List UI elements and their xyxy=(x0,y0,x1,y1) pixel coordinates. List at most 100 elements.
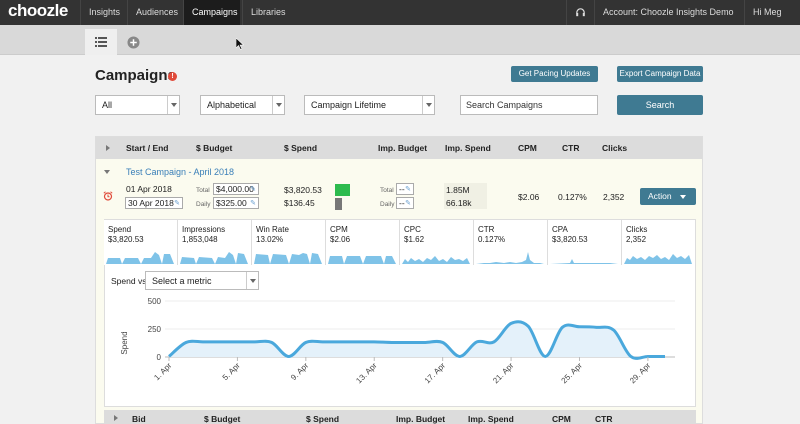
imp-budget-daily-value: -- xyxy=(399,198,405,208)
nav-audiences[interactable]: Audiences xyxy=(127,0,186,25)
col-bid[interactable]: Bid xyxy=(132,414,146,424)
metric-tile-impressions[interactable]: Impressions 1,853,048 xyxy=(178,220,252,266)
nav-libraries[interactable]: Libraries xyxy=(242,0,302,40)
expand-row-icon[interactable] xyxy=(114,415,118,421)
x-tick-label: 13. Apr xyxy=(354,361,379,386)
pencil-icon: ✎ xyxy=(174,200,180,207)
col-spend[interactable]: $ Spend xyxy=(284,143,317,153)
x-tick-label: 29. Apr xyxy=(628,361,653,386)
metric-tile-clicks[interactable]: Clicks 2,352 xyxy=(622,220,696,266)
metric-tile-spend[interactable]: Spend $3,820.53 xyxy=(104,220,178,266)
metric-name: CPA xyxy=(552,225,568,234)
account-label: Account: Choozle Insights Demo xyxy=(603,7,734,17)
spend-chart-panel: Spend vs. Select a metric Spend 500 250 0 … xyxy=(104,265,696,407)
list-view-tab[interactable] xyxy=(85,29,117,55)
metric-tile-ctr[interactable]: CTR 0.127% xyxy=(474,220,548,266)
col-imp-budget[interactable]: Imp. Budget xyxy=(396,414,445,424)
date-range-select[interactable]: Campaign Lifetime xyxy=(304,95,435,115)
metric-tile-win-rate[interactable]: Win Rate 13.02% xyxy=(252,220,326,266)
nav-campaigns[interactable]: Campaigns xyxy=(183,0,240,25)
nav-insights[interactable]: Insights xyxy=(80,0,128,25)
alarm-clock-icon xyxy=(103,191,113,201)
x-tick-label: 5. Apr xyxy=(221,361,242,382)
imp-budget-daily-field[interactable]: -- ✎ xyxy=(396,197,414,209)
col-budget[interactable]: $ Budget xyxy=(196,143,232,153)
pencil-icon: ✎ xyxy=(405,186,411,193)
metric-value: 0.127% xyxy=(478,235,506,244)
view-toolbar xyxy=(0,25,800,55)
action-label: Action xyxy=(648,191,672,201)
chevron-down-icon xyxy=(272,96,284,114)
col-cpm[interactable]: CPM xyxy=(552,414,571,424)
col-imp-spend[interactable]: Imp. Spend xyxy=(468,414,514,424)
support-headset-icon[interactable] xyxy=(566,0,593,25)
metric-compare-value: Select a metric xyxy=(152,276,212,286)
ad-group-table-header: Bid $ Budget $ Spend Imp. Budget Imp. Sp… xyxy=(104,410,696,424)
user-menu[interactable]: Hi Meg xyxy=(744,0,800,40)
end-date-field[interactable]: 30 Apr 2018 ✎ xyxy=(125,197,183,209)
col-imp-spend[interactable]: Imp. Spend xyxy=(445,143,491,153)
add-campaign-tab[interactable] xyxy=(117,29,149,55)
sparkline xyxy=(624,254,692,264)
metric-value: 1,853,048 xyxy=(182,235,218,244)
col-clicks[interactable]: Clicks xyxy=(602,143,627,153)
metric-value: 2,352 xyxy=(626,235,647,244)
export-campaign-data-button[interactable]: Export Campaign Data xyxy=(617,66,703,82)
expand-all-icon[interactable] xyxy=(106,145,110,151)
spend-line-chart: Spend 5002500 1. Apr 5. Apr 9. Apr 13. Apr 1… xyxy=(120,297,675,386)
get-pacing-updates-button[interactable]: Get Pacing Updates xyxy=(511,66,598,82)
collapse-row-icon[interactable] xyxy=(104,170,110,174)
campaign-name-link[interactable]: Test Campaign - April 2018 xyxy=(126,167,234,177)
sparkline xyxy=(328,256,396,264)
y-axis-ticks: 500 250 0 xyxy=(148,297,162,362)
search-button[interactable]: Search xyxy=(617,95,703,115)
campaign-table: Start / End $ Budget $ Spend Imp. Budget… xyxy=(95,136,703,424)
info-icon[interactable]: ! xyxy=(168,72,177,81)
budget-total-field[interactable]: $4,000.00 ✎ xyxy=(213,183,259,195)
spend-daily: $136.45 xyxy=(284,198,315,208)
metric-name: Clicks xyxy=(626,225,648,234)
budget-daily-field[interactable]: $325.00 ✎ xyxy=(213,197,259,209)
metric-tile-cpm[interactable]: CPM $2.06 xyxy=(326,220,400,266)
metric-value: 13.02% xyxy=(256,235,284,244)
y-tick-label: 500 xyxy=(148,297,162,306)
action-button[interactable]: Action xyxy=(640,188,696,205)
ctr-value: 0.127% xyxy=(558,192,587,202)
metric-name: Win Rate xyxy=(256,225,289,234)
start-date: 01 Apr 2018 xyxy=(126,184,172,194)
search-campaigns-input[interactable]: Search Campaigns xyxy=(460,95,598,115)
chevron-down-icon xyxy=(167,96,179,114)
col-ctr[interactable]: CTR xyxy=(562,143,579,153)
sparkline xyxy=(254,253,322,264)
sparkline xyxy=(180,252,248,264)
clicks-value: 2,352 xyxy=(603,192,625,202)
pacing-indicator-total xyxy=(335,184,350,196)
budget-daily-label: Daily xyxy=(196,201,211,208)
col-ctr[interactable]: CTR xyxy=(595,414,612,424)
pencil-icon: ✎ xyxy=(405,200,411,207)
imp-spend-total: 1.85M xyxy=(446,185,470,195)
chevron-down-icon xyxy=(679,194,686,199)
col-budget[interactable]: $ Budget xyxy=(204,414,240,424)
sort-select[interactable]: Alphabetical xyxy=(200,95,285,115)
end-date-value: 30 Apr 2018 xyxy=(128,198,174,208)
status-filter-value: All xyxy=(102,100,113,110)
col-cpm[interactable]: CPM xyxy=(518,143,537,153)
x-tick-label: 9. Apr xyxy=(289,361,310,382)
choozle-logo[interactable]: choozle xyxy=(8,1,68,21)
col-spend[interactable]: $ Spend xyxy=(306,414,339,424)
pencil-icon: ✎ xyxy=(250,200,256,207)
sparkline xyxy=(106,252,174,264)
date-range-value: Campaign Lifetime xyxy=(311,100,387,110)
top-nav: choozle Insights Audiences Campaigns Lib… xyxy=(0,0,800,40)
x-tick-label: 21. Apr xyxy=(491,361,516,386)
spend-total: $3,820.53 xyxy=(284,185,322,195)
col-imp-budget[interactable]: Imp. Budget xyxy=(378,143,427,153)
metric-tile-cpa[interactable]: CPA $3,820.53 xyxy=(548,220,622,266)
metric-compare-select[interactable]: Select a metric xyxy=(145,271,259,290)
col-start-end[interactable]: Start / End xyxy=(126,143,169,153)
status-filter-select[interactable]: All xyxy=(95,95,180,115)
account-menu[interactable]: Account: Choozle Insights Demo xyxy=(594,0,744,40)
imp-budget-total-field[interactable]: -- ✎ xyxy=(396,183,414,195)
metric-tile-cpc[interactable]: CPC $1.62 xyxy=(400,220,474,266)
